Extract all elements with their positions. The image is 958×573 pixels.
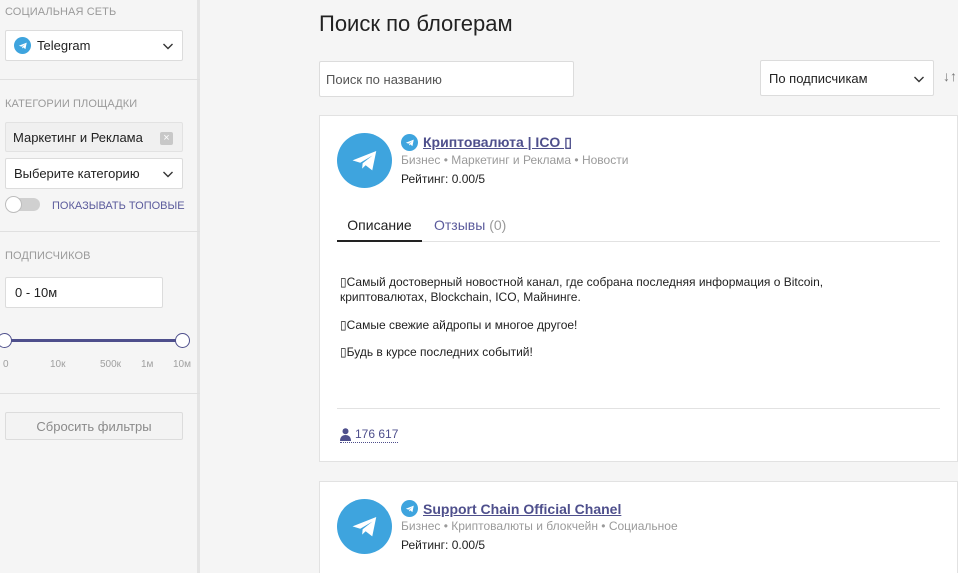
remove-category-icon[interactable]: × (160, 132, 173, 145)
chevron-down-icon (163, 43, 173, 50)
channel-avatar[interactable] (337, 499, 392, 554)
description-paragraph: ▯Будь в курсе последних событий! (340, 345, 533, 359)
slider-tick: 0 (3, 359, 9, 370)
slider-max-handle[interactable] (175, 333, 190, 348)
categories-label: КАТЕГОРИИ ПЛОЩАДКИ (5, 98, 138, 110)
tab-reviews-label: Отзывы (434, 217, 486, 233)
description-paragraph: ▯Самые свежие айдропы и многое другое! (340, 318, 578, 332)
channel-categories: Бизнес • Криптовалюты и блокчейн • Социа… (401, 519, 678, 533)
divider (0, 79, 200, 80)
card-tabs: Описание Отзывы (0) (337, 213, 940, 242)
toggle-knob (5, 196, 22, 213)
reset-filters-button[interactable]: Сбросить фильтры (5, 412, 183, 440)
search-input[interactable] (319, 61, 574, 97)
card-divider (337, 408, 940, 409)
blogger-card: Криптовалюта | ICO ▯ Бизнес • Маркетинг … (319, 115, 958, 462)
telegram-icon (14, 37, 31, 54)
channel-rating: Рейтинг: 0.00/5 (401, 538, 486, 552)
sort-select-value: По подписчикам (769, 70, 868, 86)
telegram-icon (352, 150, 376, 170)
social-network-label: СОЦИАЛЬНАЯ СЕТЬ (5, 6, 117, 18)
channel-rating: Рейтинг: 0.00/5 (401, 172, 486, 186)
telegram-icon (401, 134, 418, 151)
channel-title-link[interactable]: Support Chain Official Chanel (423, 501, 621, 517)
show-top-label[interactable]: ПОКАЗЫВАТЬ ТОПОВЫЕ (52, 200, 185, 212)
card-title-row: Криптовалюта | ICO ▯ (401, 134, 572, 151)
description-paragraph: ▯Самый достоверный новостной канал, где … (340, 275, 824, 304)
card-title-row: Support Chain Official Chanel (401, 500, 621, 517)
show-top-toggle[interactable] (5, 196, 40, 213)
selected-category-chip: Маркетинг и Реклама × (5, 122, 183, 152)
sort-select[interactable]: По подписчикам (760, 60, 934, 96)
channel-categories: Бизнес • Маркетинг и Реклама • Новости (401, 153, 629, 167)
chevron-down-icon (914, 76, 924, 83)
slider-min-handle[interactable] (0, 333, 12, 348)
slider-tick: 500к (100, 359, 122, 370)
subscribers-count-value: 176 617 (355, 427, 399, 441)
subscribers-count[interactable]: 176 617 (340, 427, 399, 443)
subscribers-slider-track[interactable] (5, 339, 183, 342)
social-network-select[interactable]: Telegram (5, 30, 183, 61)
channel-title-link[interactable]: Криптовалюта | ICO ▯ (423, 134, 572, 151)
category-select-placeholder: Выберите категорию (14, 166, 140, 181)
selected-category-label: Маркетинг и Реклама (13, 129, 143, 145)
slider-tick: 10к (50, 359, 66, 370)
filters-sidebar: СОЦИАЛЬНАЯ СЕТЬ Telegram КАТЕГОРИИ ПЛОЩА… (0, 0, 200, 573)
social-network-value: Telegram (37, 38, 91, 53)
chevron-down-icon (163, 171, 173, 178)
tab-reviews-count: (0) (489, 217, 507, 233)
telegram-icon (401, 500, 418, 517)
telegram-icon (352, 516, 376, 536)
slider-tick: 10м (173, 359, 191, 370)
sort-direction-icon[interactable]: ↓↑ (943, 68, 957, 84)
blogger-card: Support Chain Official Chanel Бизнес • К… (319, 481, 958, 573)
page-title: Поиск по блогерам (319, 11, 513, 36)
user-icon (340, 427, 351, 441)
subscribers-label: ПОДПИСЧИКОВ (5, 250, 91, 262)
divider (0, 231, 200, 232)
tab-reviews[interactable]: Отзывы (0) (434, 217, 506, 233)
subscribers-range-input[interactable]: 0 - 10м (5, 277, 163, 308)
slider-tick: 1м (141, 359, 154, 370)
category-select[interactable]: Выберите категорию (5, 158, 183, 189)
divider (0, 393, 200, 394)
tab-description[interactable]: Описание (337, 217, 422, 242)
channel-avatar[interactable] (337, 133, 392, 188)
